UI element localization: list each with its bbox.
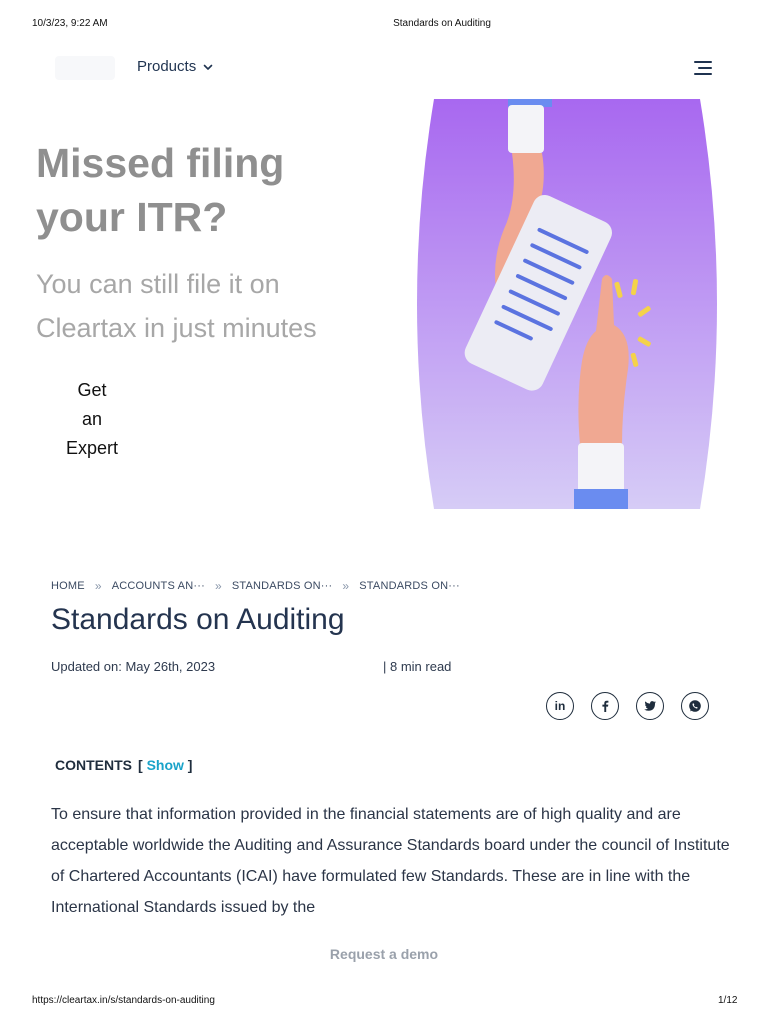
read-time: | 8 min read xyxy=(383,659,452,674)
whatsapp-icon xyxy=(689,700,701,712)
breadcrumb: HOME » ACCOUNTS AN··· » STANDARDS ON··· … xyxy=(51,579,460,593)
contents-label: CONTENTS xyxy=(55,757,132,773)
chevron-down-icon xyxy=(203,64,213,70)
request-demo-button[interactable]: Request a demo xyxy=(0,946,768,962)
breadcrumb-accounts[interactable]: ACCOUNTS AN··· xyxy=(112,580,205,592)
linkedin-share-button[interactable]: in xyxy=(546,692,574,720)
linkedin-icon: in xyxy=(554,699,566,713)
cta-line-2: an xyxy=(81,409,103,429)
breadcrumb-separator: » xyxy=(94,579,102,593)
products-label: Products xyxy=(137,58,197,75)
print-page-number: 1/12 xyxy=(718,995,738,1006)
print-url: https://cleartax.in/s/standards-on-audit… xyxy=(32,995,215,1006)
contents-toggle: CONTENTS [ Show ] xyxy=(55,757,192,773)
bracket-close: ] xyxy=(187,757,193,773)
hamburger-menu-icon[interactable] xyxy=(692,58,714,78)
cleartax-logo[interactable] xyxy=(55,56,115,80)
hero-illustration xyxy=(417,99,717,509)
facebook-share-button[interactable] xyxy=(591,692,619,720)
breadcrumb-separator: » xyxy=(214,579,222,593)
breadcrumb-standards-1[interactable]: STANDARDS ON··· xyxy=(232,580,333,592)
hero-subtitle: You can still file it on Cleartax in jus… xyxy=(36,269,317,343)
cta-line-1: Get xyxy=(77,380,107,400)
hero-title: Missed filing your ITR? xyxy=(36,140,285,240)
twitter-icon xyxy=(644,701,656,711)
products-dropdown[interactable]: Products xyxy=(137,58,214,75)
cta-line-3: Expert xyxy=(65,438,119,458)
updated-date: Updated on: May 26th, 2023 xyxy=(51,659,216,674)
get-an-expert-button[interactable]: Get an Expert xyxy=(60,376,124,463)
print-doc-title: Standards on Auditing xyxy=(393,18,491,29)
bracket-open: [ xyxy=(138,757,143,773)
show-contents-link[interactable]: Show xyxy=(147,757,184,773)
page-title: Standards on Auditing xyxy=(51,603,345,636)
breadcrumb-standards-2[interactable]: STANDARDS ON··· xyxy=(359,580,460,592)
facebook-icon xyxy=(602,700,609,712)
article-body: To ensure that information provided in t… xyxy=(51,806,730,916)
breadcrumb-home[interactable]: HOME xyxy=(51,580,85,592)
twitter-share-button[interactable] xyxy=(636,692,664,720)
breadcrumb-separator: » xyxy=(342,579,350,593)
whatsapp-share-button[interactable] xyxy=(681,692,709,720)
